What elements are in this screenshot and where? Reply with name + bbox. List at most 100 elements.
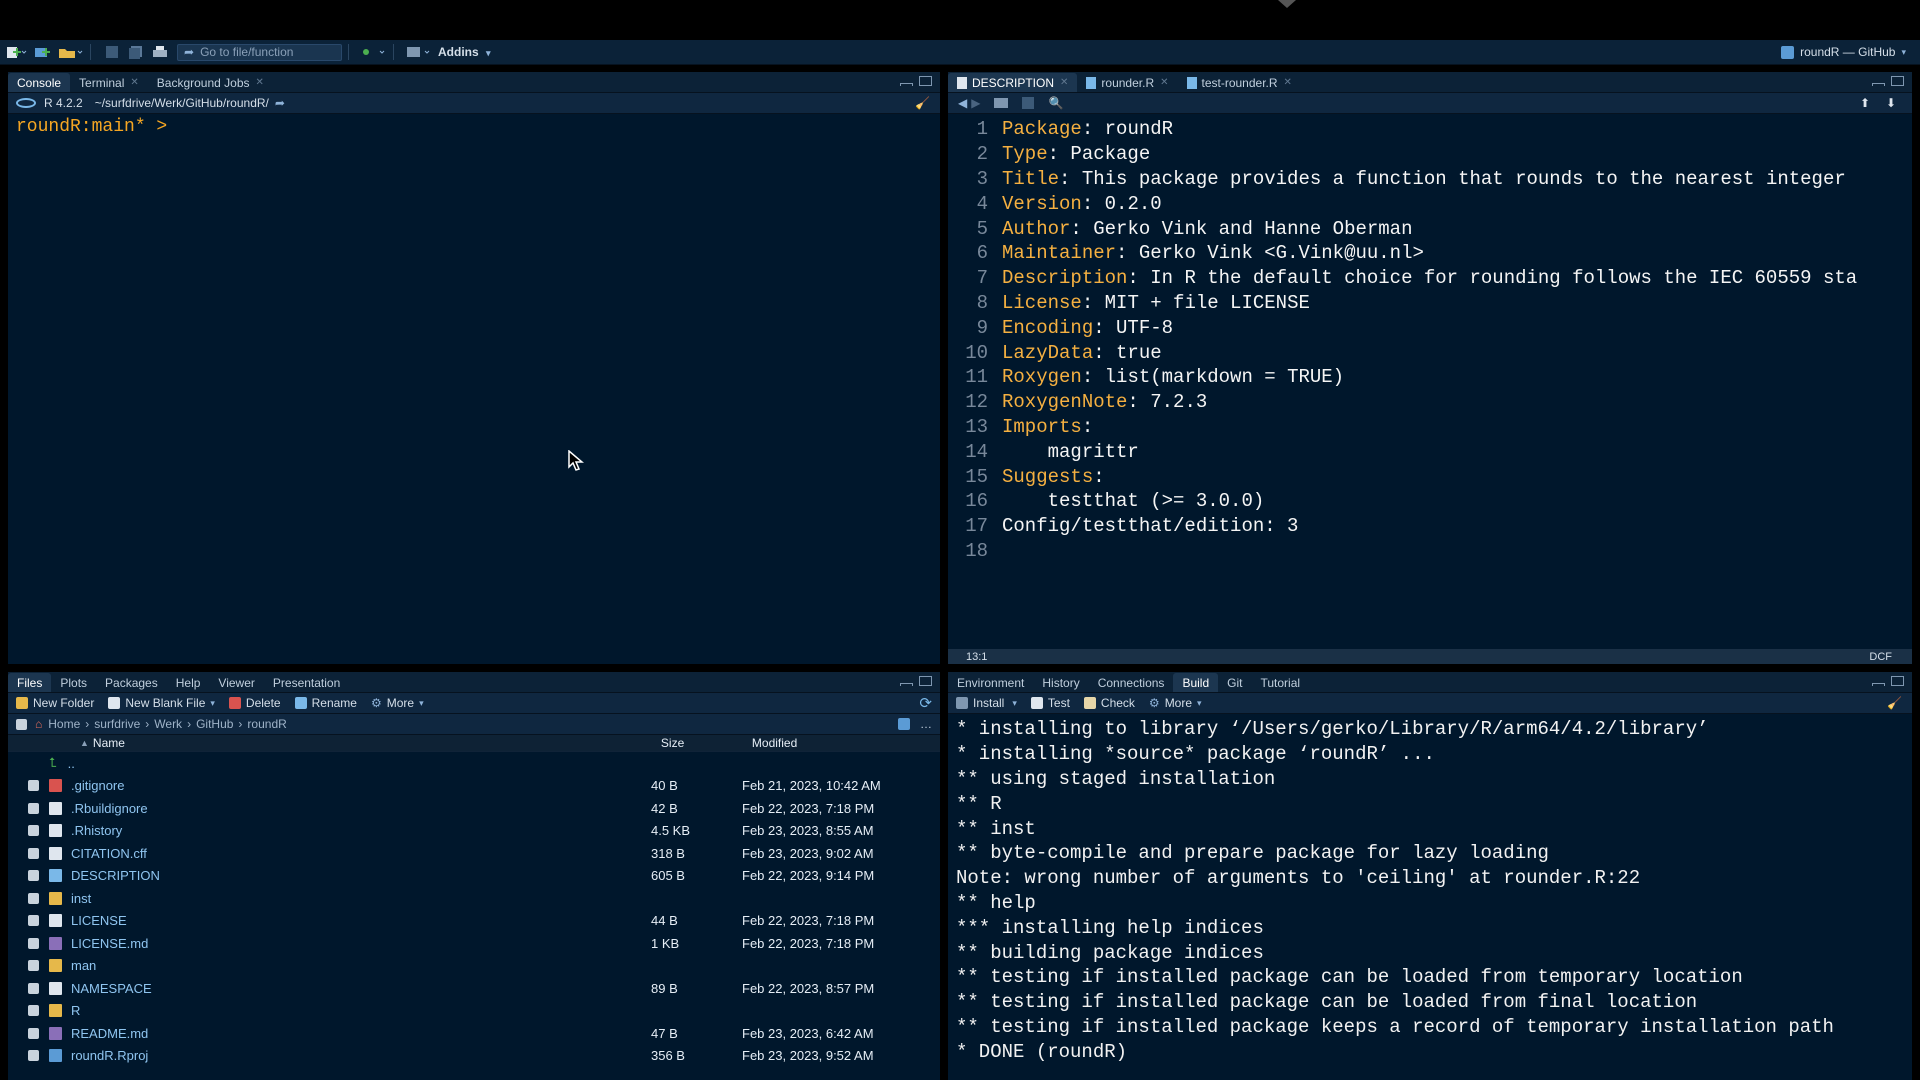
console-prompt[interactable]: roundR:main* > — [8, 114, 940, 140]
editor-line[interactable]: 11 Roxygen: list(markdown = TRUE) — [948, 365, 1912, 390]
file-row[interactable]: .Rhistory 4.5 KB Feb 23, 2023, 8:55 AM — [8, 820, 940, 843]
save-icon[interactable] — [1022, 97, 1035, 109]
search-icon[interactable]: 🔍 — [1048, 96, 1063, 110]
file-type[interactable]: DCF — [1869, 651, 1892, 663]
editor-line[interactable]: 1 Package: roundR — [948, 117, 1912, 142]
tab-connections[interactable]: Connections — [1089, 673, 1174, 692]
row-checkbox[interactable] — [28, 870, 39, 882]
row-checkbox[interactable] — [28, 825, 39, 837]
more-button[interactable]: ⚙ More ▾ — [371, 696, 424, 710]
file-row[interactable]: LICENSE 44 B Feb 22, 2023, 7:18 PM — [8, 910, 940, 933]
file-name[interactable]: .gitignore — [71, 778, 651, 793]
editor-line[interactable]: 10 LazyData: true — [948, 340, 1912, 365]
file-row[interactable]: man — [8, 955, 940, 978]
maximize-icon[interactable] — [919, 676, 932, 686]
show-in-window-icon[interactable] — [994, 98, 1009, 108]
close-icon[interactable]: ✕ — [1284, 77, 1292, 88]
column-size[interactable]: Size — [661, 736, 752, 750]
editor-content[interactable]: 1 Package: roundR 2 Type: Package 3 Title: Th… — [948, 114, 1912, 563]
test-button[interactable]: Test — [1030, 696, 1070, 710]
tab-packages[interactable]: Packages — [96, 673, 167, 692]
clear-console-icon[interactable]: 🧹 — [915, 96, 930, 110]
select-all-checkbox[interactable] — [16, 718, 27, 730]
go-to-file-input[interactable]: ➦ Go to file/function — [177, 43, 342, 61]
tab-build[interactable]: Build — [1173, 673, 1219, 692]
minimize-icon[interactable] — [1872, 83, 1885, 86]
file-row[interactable]: NAMESPACE 89 B Feb 22, 2023, 8:57 PM — [8, 977, 940, 1000]
file-name[interactable]: DESCRIPTION — [71, 868, 651, 883]
editor-line[interactable]: 4 Version: 0.2.0 — [948, 191, 1912, 216]
row-checkbox[interactable] — [28, 937, 39, 949]
tab-rounder-r[interactable]: rounder.R ✕ — [1077, 73, 1177, 92]
editor-line[interactable]: 2 Type: Package — [948, 142, 1912, 167]
editor-line[interactable]: 7 Description: In R the default choice fo… — [948, 266, 1912, 291]
print-icon[interactable] — [151, 43, 169, 61]
minimize-icon[interactable] — [1872, 683, 1885, 686]
row-checkbox[interactable] — [28, 1027, 39, 1039]
breadcrumb-home[interactable]: Home — [48, 717, 80, 731]
tab-terminal[interactable]: Terminal ✕ — [70, 73, 148, 92]
file-row[interactable]: R — [8, 1000, 940, 1023]
up-arrow-icon[interactable]: ⬆ — [1860, 96, 1870, 110]
rproj-icon[interactable] — [898, 718, 910, 730]
breadcrumb-werk[interactable]: Werk — [154, 717, 182, 731]
delete-button[interactable]: Delete — [228, 696, 281, 710]
tab-git[interactable]: Git — [1218, 673, 1251, 692]
row-checkbox[interactable] — [28, 1050, 39, 1062]
editor-line[interactable]: 5 Author: Gerko Vink and Hanne Oberman — [948, 216, 1912, 241]
row-checkbox[interactable] — [28, 960, 39, 972]
file-name[interactable]: LICENSE.md — [71, 936, 651, 951]
row-checkbox[interactable] — [28, 982, 39, 994]
row-checkbox[interactable] — [28, 1005, 39, 1017]
row-checkbox[interactable] — [28, 892, 39, 904]
new-file-icon[interactable] — [6, 43, 28, 61]
down-arrow-icon[interactable]: ⬇ — [1886, 96, 1896, 110]
file-row[interactable]: roundR.Rproj 356 B Feb 23, 2023, 9:52 AM — [8, 1045, 940, 1068]
home-icon[interactable]: ⌂ — [35, 717, 42, 731]
refresh-icon[interactable]: ⟳ — [919, 694, 932, 712]
file-row[interactable]: DESCRIPTION 605 B Feb 22, 2023, 9:14 PM — [8, 865, 940, 888]
open-file-icon[interactable] — [58, 43, 84, 61]
chevron-down-icon[interactable] — [1278, 0, 1296, 8]
parent-directory-row[interactable]: ⮤ .. — [8, 752, 940, 775]
minimize-icon[interactable] — [900, 83, 913, 86]
addins-menu[interactable]: Addins ▾ — [438, 45, 491, 59]
editor-line[interactable]: 12 RoxygenNote: 7.2.3 — [948, 390, 1912, 415]
pane-layout-icon[interactable] — [406, 43, 432, 61]
working-directory[interactable]: ~/surfdrive/Werk/GitHub/roundR/ — [95, 96, 269, 110]
tab-presentation[interactable]: Presentation — [264, 673, 349, 692]
editor-line[interactable]: 17 Config/testthat/edition: 3 — [948, 514, 1912, 539]
editor-line[interactable]: 6 Maintainer: Gerko Vink <G.Vink@uu.nl> — [948, 241, 1912, 266]
editor-line[interactable]: 16 testthat (>= 3.0.0) — [948, 489, 1912, 514]
column-modified[interactable]: Modified — [752, 736, 797, 750]
go-to-directory-icon[interactable]: ➦ — [275, 96, 285, 110]
tab-environment[interactable]: Environment — [948, 673, 1033, 692]
new-blank-file-button[interactable]: New Blank File ▾ — [108, 696, 215, 710]
column-name[interactable]: Name — [93, 736, 661, 750]
forward-arrow-icon[interactable]: ▶ — [971, 96, 980, 110]
file-name[interactable]: README.md — [71, 1026, 651, 1041]
tab-tutorial[interactable]: Tutorial — [1251, 673, 1309, 692]
maximize-icon[interactable] — [919, 76, 932, 86]
tab-files[interactable]: Files — [8, 673, 52, 692]
row-checkbox[interactable] — [28, 847, 39, 859]
tab-plots[interactable]: Plots — [51, 673, 96, 692]
file-name[interactable]: .Rhistory — [71, 823, 651, 838]
rename-button[interactable]: Rename — [294, 696, 357, 710]
file-name[interactable]: man — [71, 958, 651, 973]
maximize-icon[interactable] — [1891, 676, 1904, 686]
tab-console[interactable]: Console — [8, 73, 71, 92]
close-icon[interactable]: ✕ — [1160, 77, 1168, 88]
install-button[interactable]: Install ▾ — [956, 696, 1017, 710]
ellipsis-icon[interactable]: … — [920, 717, 932, 731]
breadcrumb-surfdrive[interactable]: surfdrive — [94, 717, 140, 731]
file-row[interactable]: README.md 47 B Feb 23, 2023, 6:42 AM — [8, 1022, 940, 1045]
file-row[interactable]: .gitignore 40 B Feb 21, 2023, 10:42 AM — [8, 775, 940, 798]
editor-line[interactable]: 18 — [948, 539, 1912, 564]
file-name[interactable]: R — [71, 1003, 651, 1018]
editor-line[interactable]: 8 License: MIT + file LICENSE — [948, 291, 1912, 316]
more-button[interactable]: ⚙ More ▾ — [1149, 696, 1202, 710]
editor-line[interactable]: 14 magrittr — [948, 439, 1912, 464]
version-control-icon[interactable] — [361, 43, 387, 61]
row-checkbox[interactable] — [28, 915, 39, 927]
